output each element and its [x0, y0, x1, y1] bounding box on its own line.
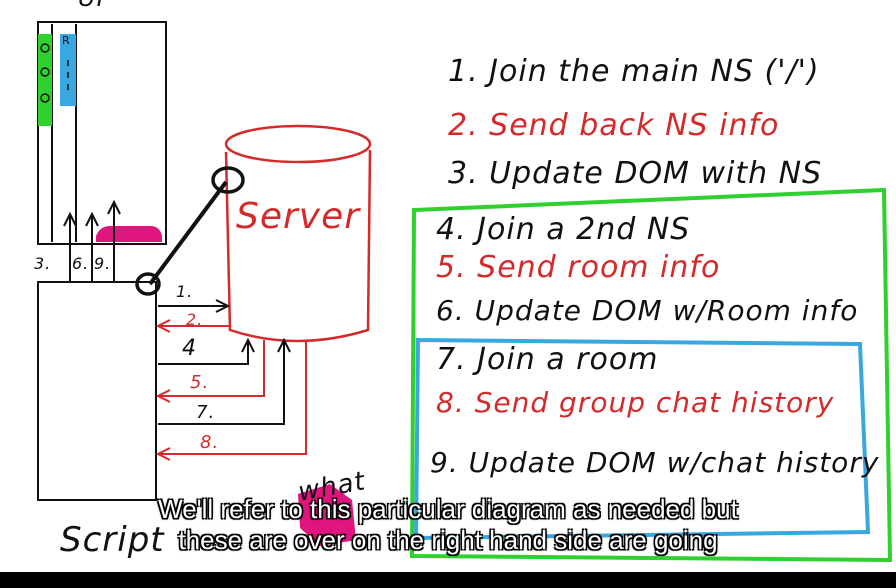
room-letter: R [62, 34, 70, 47]
arrow-label: 7. [196, 402, 216, 423]
socket-connection [148, 180, 228, 286]
step-6: 6. Update DOM w/Room info [436, 294, 859, 327]
step-7: 7. Join a room [436, 342, 659, 377]
video-subtitle: We'll refer to this particular diagram a… [0, 494, 896, 556]
server-top [224, 124, 372, 164]
left-number: 9. [94, 254, 112, 273]
server-cylinder [224, 149, 372, 343]
step-5: 5. Send room info [436, 250, 721, 285]
video-bottom-bar [0, 572, 896, 588]
arrow-label: 2. [186, 310, 204, 329]
chat-message-blob [96, 226, 162, 242]
arrow-4 [158, 342, 249, 365]
step-1: 1. Join the main NS ('/') [448, 54, 820, 89]
arrow-label: 4 [182, 336, 197, 361]
step-9: 9. Update DOM w/chat history [430, 446, 880, 479]
namespace-sidebar [38, 34, 52, 126]
left-number: 3. [34, 254, 52, 273]
subtitle-line-1: We'll refer to this particular diagram a… [158, 494, 738, 524]
browser-label: UI [78, 0, 105, 12]
left-number: 6. [72, 254, 90, 273]
arrow-7 [158, 340, 285, 425]
arrow-label: 5. [190, 372, 210, 393]
script-box [37, 281, 157, 501]
browser-window [37, 21, 167, 245]
arrow-label: 1. [176, 282, 194, 301]
server-label: Server [236, 196, 361, 237]
step-3: 3. Update DOM with NS [448, 156, 823, 191]
step-4: 4. Join a 2nd NS [436, 212, 691, 247]
arrow-label: 8. [200, 432, 220, 453]
step-8: 8. Send group chat history [436, 386, 835, 419]
step-2: 2. Send back NS info [448, 108, 780, 143]
subtitle-line-2: these are over on the right hand side ar… [178, 525, 718, 555]
